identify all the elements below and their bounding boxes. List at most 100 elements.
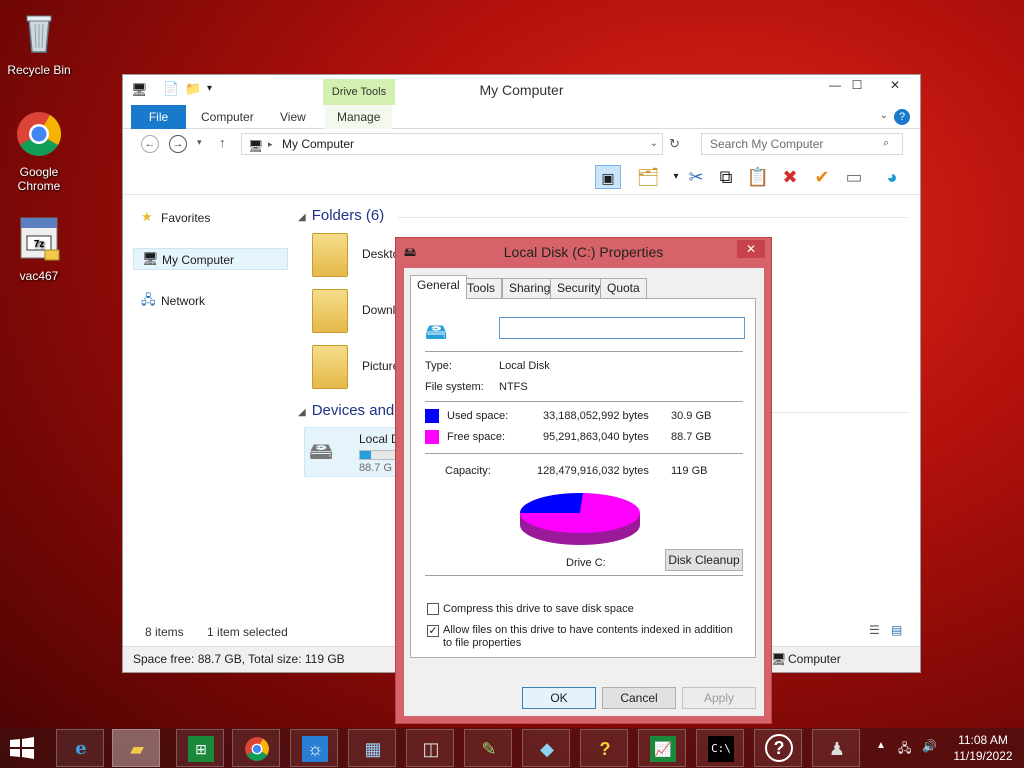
cut-icon[interactable]: ✂	[683, 165, 709, 189]
user-icon: ♟	[828, 739, 846, 759]
start-button[interactable]	[8, 736, 36, 760]
disk-cleanup-button[interactable]: Disk Cleanup	[665, 549, 743, 571]
nav-item-network[interactable]: 🖧 Network	[133, 290, 288, 312]
pictures-folder-icon	[312, 345, 348, 389]
clock[interactable]: 11:08 AM 11/19/2022	[950, 733, 1016, 763]
checkmark-icon[interactable]: ✔	[809, 165, 835, 189]
refresh-icon[interactable]: ↻	[669, 136, 680, 152]
forward-button[interactable]: →	[169, 135, 187, 153]
computer-icon: 🖥	[142, 251, 159, 266]
taskbar-chrome[interactable]	[232, 729, 280, 767]
tab-computer[interactable]: Computer	[189, 105, 266, 129]
taskbar-help[interactable]: ?	[754, 729, 802, 767]
properties-dialog: 🖴 Local Disk (C:) Properties ✕ General T…	[395, 237, 772, 724]
back-button[interactable]: ←	[141, 135, 159, 153]
maximize-button[interactable]: ☐	[842, 75, 872, 95]
ok-button[interactable]: OK	[522, 687, 596, 709]
capacity-label: Capacity:	[445, 465, 491, 477]
folder-icon	[312, 233, 348, 277]
dialog-close-button[interactable]: ✕	[737, 240, 765, 258]
taskbar-chart-app[interactable]: 📈	[638, 729, 686, 767]
large-icons-view-icon[interactable]: ▤	[891, 623, 902, 637]
compress-label: Compress this drive to save disk space	[443, 603, 634, 615]
details-view-icon[interactable]: ☰	[869, 623, 880, 637]
separator	[425, 453, 743, 454]
address-dropdown-icon[interactable]: ⌄	[650, 134, 658, 154]
close-button[interactable]: ✕	[872, 75, 918, 95]
downloads-folder-icon	[312, 289, 348, 333]
up-arrow-icon[interactable]: ↑	[219, 135, 226, 150]
recycle-bin-desktop-icon[interactable]: Recycle Bin	[1, 8, 77, 77]
help-icon[interactable]: ?	[894, 109, 910, 125]
cancel-button[interactable]: Cancel	[602, 687, 676, 709]
taskbar-control-panel[interactable]: ▦	[348, 729, 396, 767]
preview-pane-icon[interactable]: ▣	[595, 165, 621, 189]
free-space-bytes: 95,291,863,040 bytes	[543, 431, 649, 443]
address-bar[interactable]: 🖥 ▸ My Computer ⌄	[241, 133, 663, 155]
svg-text:7z: 7z	[34, 239, 45, 250]
index-checkbox[interactable]: ✓	[427, 625, 439, 637]
vac467-desktop-icon[interactable]: 7z vac467	[1, 214, 77, 283]
nav-item-favorites[interactable]: ★ Favorites	[133, 207, 288, 229]
window-title: My Computer	[479, 82, 564, 98]
taskbar-user-app[interactable]: ♟	[812, 729, 860, 767]
chrome-icon	[245, 737, 269, 761]
tab-general[interactable]: General	[410, 275, 467, 299]
drive-usage-fill	[360, 451, 371, 459]
tab-manage[interactable]: Manage	[325, 105, 393, 129]
copy-icon[interactable]: ⧉	[713, 165, 739, 189]
drive-item-local-disk[interactable]: 🖴 Local D 88.7 G	[304, 427, 404, 477]
folder-item-desktop[interactable]: Desktop	[312, 233, 406, 283]
nav-item-my-computer[interactable]: 🖥 My Computer	[133, 248, 288, 270]
apply-button[interactable]: Apply	[682, 687, 756, 709]
delete-icon[interactable]: ✖	[777, 165, 803, 189]
folder-item-downloads[interactable]: Downloads	[312, 289, 421, 339]
folder-options-icon[interactable]: 🗂	[635, 165, 661, 189]
free-space-swatch	[425, 430, 439, 444]
rename-icon[interactable]: ▭	[841, 165, 867, 189]
compress-checkbox[interactable]	[427, 603, 439, 615]
tab-file[interactable]: File	[131, 105, 186, 129]
taskbar-help-tool[interactable]: ?	[580, 729, 628, 767]
ribbon-tabs: File Computer View Manage ⌄ ?	[123, 105, 920, 129]
google-chrome-desktop-icon[interactable]: Google Chrome	[1, 110, 77, 193]
search-input[interactable]: Search My Computer	[701, 133, 903, 155]
index-label: Allow files on this drive to have conten…	[443, 624, 733, 649]
paste-icon[interactable]: 📋	[745, 165, 771, 189]
taskbar-store[interactable]: ⊞	[176, 729, 224, 767]
tab-quota[interactable]: Quota	[600, 278, 647, 298]
sun-icon: ☼	[302, 736, 328, 762]
free-space-gb: 88.7 GB	[671, 431, 712, 443]
web-shell-icon[interactable]: ◕	[879, 165, 905, 189]
taskbar-file-explorer[interactable]: ▰	[112, 729, 160, 767]
taskbar-notepad-plus[interactable]: ✎	[464, 729, 512, 767]
star-icon: ★	[141, 209, 153, 224]
dialog-title: Local Disk (C:) Properties	[503, 244, 664, 260]
google-chrome-label: Google Chrome	[17, 165, 61, 193]
taskbar-app-blue[interactable]: ◆	[522, 729, 570, 767]
taskbar-brightness[interactable]: ☼	[290, 729, 338, 767]
help-circle-icon: ?	[765, 734, 793, 762]
folder-item-pictures[interactable]: Pictures	[312, 345, 405, 395]
tab-view[interactable]: View	[268, 105, 318, 129]
chrome-icon	[17, 112, 61, 156]
breadcrumb-chevron-icon: ▸	[268, 139, 273, 149]
volume-icon[interactable]: 🔊	[922, 739, 937, 753]
navigation-pane: ★ Favorites 🖥 My Computer 🖧 Network	[123, 203, 293, 613]
show-hidden-icons-icon[interactable]: ▲	[876, 740, 886, 751]
drive-label-input[interactable]	[499, 317, 745, 339]
drive-caption: Drive C:	[566, 557, 606, 569]
search-icon: ⌕	[883, 137, 890, 149]
recent-locations-icon[interactable]: ▾	[197, 137, 202, 148]
expand-ribbon-icon[interactable]: ⌄	[880, 110, 888, 121]
notepad-icon: ✎	[481, 739, 497, 759]
folders-group-header[interactable]: ◢ Folders (6)	[298, 207, 384, 224]
capacity-gb: 119 GB	[671, 465, 708, 477]
network-tray-icon[interactable]: 🖧	[898, 739, 911, 760]
taskbar-performance-monitor[interactable]: ◫	[406, 729, 454, 767]
used-space-bytes: 33,188,052,992 bytes	[543, 410, 649, 422]
taskbar-command-prompt[interactable]: C:\	[696, 729, 744, 767]
devices-group-header[interactable]: ◢ Devices and	[298, 402, 394, 419]
taskbar-internet-explorer[interactable]: e	[56, 729, 104, 767]
tab-security[interactable]: Security	[550, 278, 608, 298]
